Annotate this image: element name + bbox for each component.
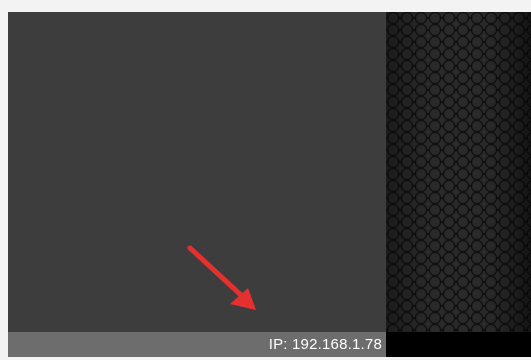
window: IP: 192.168.1.78 <box>0 0 531 360</box>
status-bar-right <box>386 332 531 357</box>
status-bar: IP: 192.168.1.78 <box>8 332 386 357</box>
ip-address-label: IP: 192.168.1.78 <box>268 336 382 353</box>
speaker-grille-background <box>386 12 531 332</box>
red-arrow-icon <box>187 245 256 310</box>
